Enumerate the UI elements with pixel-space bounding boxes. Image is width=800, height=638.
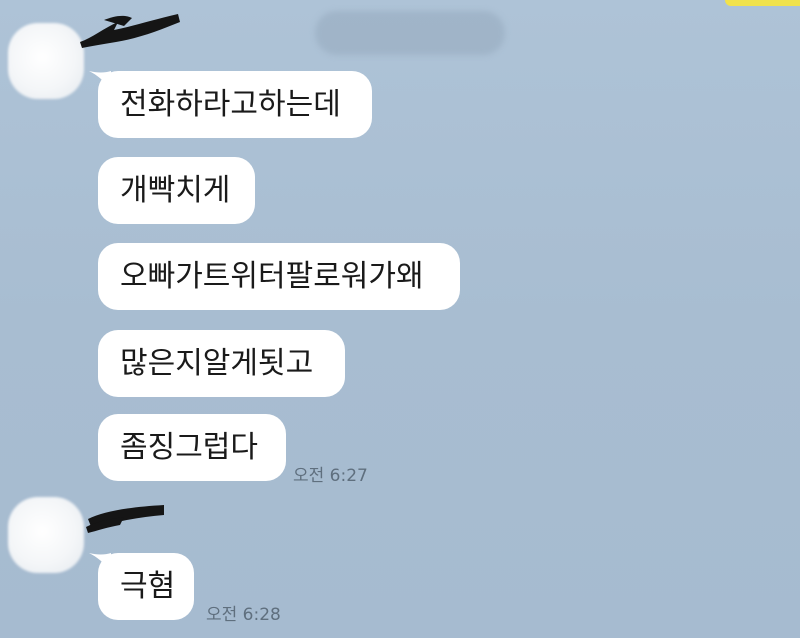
bubble-tail: [89, 553, 111, 577]
message-text: 많은지알게됫고: [120, 345, 314, 381]
date-divider: [315, 11, 505, 55]
message-text: 극혐: [120, 568, 176, 604]
sender-avatar[interactable]: [8, 23, 84, 99]
message-text: 개빡치게: [120, 172, 231, 208]
message-text: 전화하라고하는데: [120, 86, 341, 122]
message-bubble[interactable]: 개빡치게: [98, 157, 255, 224]
message-timestamp: 오전 6:27: [293, 466, 368, 486]
message-bubble[interactable]: 극혐: [89, 553, 194, 620]
message-text: 좀징그럽다: [120, 429, 258, 465]
message-text: 오빠가트위터팔로워가왜: [120, 258, 424, 294]
sender-name-redacted: [84, 497, 168, 533]
message-bubble[interactable]: 전화하라고하는데: [89, 71, 372, 138]
chat-area[interactable]: 전화하라고하는데 개빡치게 오빠가트위터팔로워가왜 많은지알게됫고 좀징그럽다 …: [0, 0, 800, 638]
bubble-tail: [89, 71, 111, 95]
message-bubble[interactable]: 좀징그럽다: [98, 414, 286, 481]
sender-avatar[interactable]: [8, 497, 84, 573]
message-timestamp: 오전 6:28: [206, 605, 281, 625]
message-bubble[interactable]: 많은지알게됫고: [98, 330, 345, 397]
sender-name-redacted: [74, 8, 186, 50]
message-bubble[interactable]: 오빠가트위터팔로워가왜: [98, 243, 460, 310]
top-right-button-edge[interactable]: [725, 0, 800, 6]
